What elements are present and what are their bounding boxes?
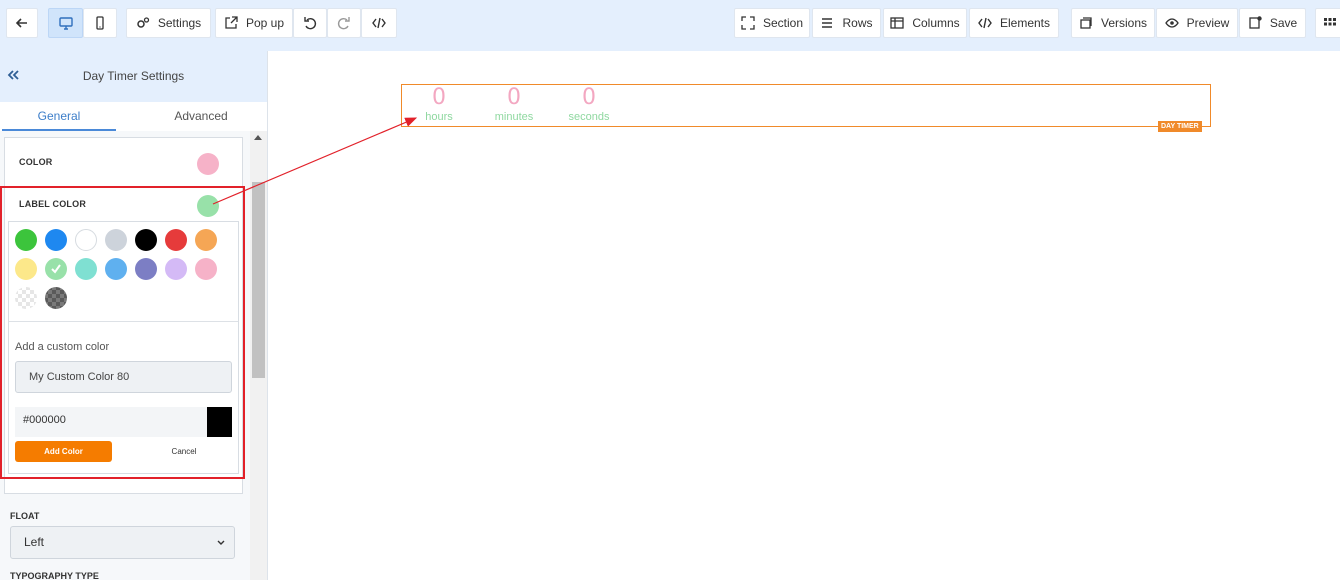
- hex-input[interactable]: #000000: [23, 414, 66, 426]
- color-swatch-option[interactable]: [195, 229, 217, 251]
- code-icon: [978, 17, 992, 29]
- chevron-down-icon: [217, 540, 225, 545]
- mobile-view-button[interactable]: [83, 8, 117, 38]
- mobile-icon: [96, 16, 104, 30]
- dark-transparent-swatch[interactable]: [45, 287, 67, 309]
- settings-button[interactable]: Settings: [126, 8, 211, 38]
- hours-value: 0: [432, 85, 446, 110]
- settings-label: Settings: [157, 16, 202, 30]
- color-swatch-option[interactable]: [15, 258, 37, 280]
- color-swatch-option[interactable]: [195, 258, 217, 280]
- gears-icon: [137, 17, 149, 28]
- rows-icon: [822, 18, 833, 28]
- scroll-thumb[interactable]: [252, 182, 265, 378]
- day-timer-tag: DAY TIMER: [1158, 121, 1202, 132]
- hex-input-row: #000000: [15, 407, 232, 437]
- columns-icon: [890, 17, 904, 29]
- scroll-up-arrow-icon[interactable]: [254, 135, 262, 140]
- versions-button[interactable]: Versions: [1071, 8, 1155, 38]
- color-swatch-option[interactable]: [45, 258, 67, 280]
- apps-grid-button[interactable]: [1315, 8, 1340, 38]
- checkmark-icon: [51, 264, 61, 274]
- code-button[interactable]: [361, 8, 397, 38]
- timer-seconds: 0 seconds: [565, 85, 613, 123]
- redo-icon: [337, 17, 350, 30]
- sidebar-header: Day Timer Settings: [0, 51, 267, 102]
- sidebar-tabs: General Advanced: [0, 102, 267, 131]
- desktop-view-button[interactable]: [48, 8, 83, 38]
- color-swatch-option[interactable]: [75, 229, 97, 251]
- hours-label: hours: [425, 111, 453, 123]
- back-button[interactable]: [6, 8, 38, 38]
- versions-icon: [1080, 17, 1092, 29]
- color-swatch-option[interactable]: [135, 258, 157, 280]
- top-toolbar: Settings Pop up Section Rows Columns Ele…: [0, 0, 1340, 51]
- float-label: FLOAT: [10, 511, 40, 521]
- code-icon: [372, 17, 386, 29]
- seconds-label: seconds: [568, 111, 610, 123]
- custom-color-name-input[interactable]: My Custom Color 80: [15, 361, 232, 393]
- save-icon: [1249, 16, 1262, 29]
- float-select[interactable]: Left: [10, 526, 235, 559]
- popup-label: Pop up: [245, 16, 285, 30]
- columns-label: Columns: [912, 16, 960, 30]
- undo-button[interactable]: [293, 8, 327, 38]
- tab-general[interactable]: General: [2, 102, 116, 131]
- elements-button[interactable]: Elements: [969, 8, 1059, 38]
- color-swatch-option[interactable]: [45, 229, 67, 251]
- save-button[interactable]: Save: [1239, 8, 1306, 38]
- timer-minutes: 0 minutes: [490, 85, 538, 123]
- color-swatch-option[interactable]: [15, 229, 37, 251]
- rows-label: Rows: [842, 16, 873, 30]
- minutes-value: 0: [507, 85, 521, 110]
- color-swatch-option[interactable]: [105, 258, 127, 280]
- undo-icon: [304, 17, 317, 30]
- color-label: COLOR: [19, 157, 53, 167]
- sidebar-scrollbar[interactable]: [250, 131, 267, 580]
- typography-type-label: TYPOGRAPHY TYPE: [10, 571, 99, 580]
- eye-icon: [1164, 18, 1179, 28]
- add-color-button[interactable]: Add Color: [15, 441, 112, 462]
- color-swatch-option[interactable]: [165, 258, 187, 280]
- preview-button[interactable]: Preview: [1156, 8, 1238, 38]
- cancel-button[interactable]: Cancel: [144, 441, 224, 462]
- color-picker-popover: Add a custom color My Custom Color 80 #0…: [8, 221, 239, 474]
- swatch-grid: [9, 222, 238, 322]
- color-swatch-option[interactable]: [105, 229, 127, 251]
- minutes-label: minutes: [494, 111, 534, 123]
- day-timer-element[interactable]: 0 hours 0 minutes 0 seconds: [401, 84, 1211, 127]
- float-selected-value: Left: [24, 535, 45, 549]
- settings-sidebar: Day Timer Settings General Advanced COLO…: [0, 51, 268, 580]
- arrow-left-icon: [15, 18, 27, 28]
- section-button[interactable]: Section: [734, 8, 810, 38]
- hex-preview-swatch[interactable]: [207, 407, 232, 437]
- popup-button[interactable]: Pop up: [215, 8, 293, 38]
- color-swatch[interactable]: [197, 153, 219, 175]
- expand-icon: [741, 16, 755, 30]
- desktop-icon: [58, 17, 73, 30]
- timer-hours: 0 hours: [422, 85, 456, 123]
- color-swatch-option[interactable]: [165, 229, 187, 251]
- save-label: Save: [1269, 16, 1298, 30]
- preview-label: Preview: [1186, 16, 1230, 30]
- versions-label: Versions: [1100, 16, 1148, 30]
- color-swatch-option[interactable]: [75, 258, 97, 280]
- transparent-swatch[interactable]: [15, 287, 37, 309]
- elements-label: Elements: [999, 16, 1051, 30]
- seconds-value: 0: [582, 85, 596, 110]
- redo-button[interactable]: [327, 8, 361, 38]
- external-link-icon: [225, 16, 238, 29]
- tab-advanced[interactable]: Advanced: [141, 102, 261, 131]
- sidebar-title: Day Timer Settings: [82, 69, 185, 83]
- section-label: Section: [762, 16, 804, 30]
- sidebar-body: COLOR LABEL COLOR Add a custom color My …: [0, 131, 267, 580]
- columns-button[interactable]: Columns: [883, 8, 967, 38]
- grid-icon: [1324, 18, 1336, 26]
- custom-color-label: Add a custom color: [15, 341, 110, 353]
- rows-button[interactable]: Rows: [812, 8, 881, 38]
- color-swatch-option[interactable]: [135, 229, 157, 251]
